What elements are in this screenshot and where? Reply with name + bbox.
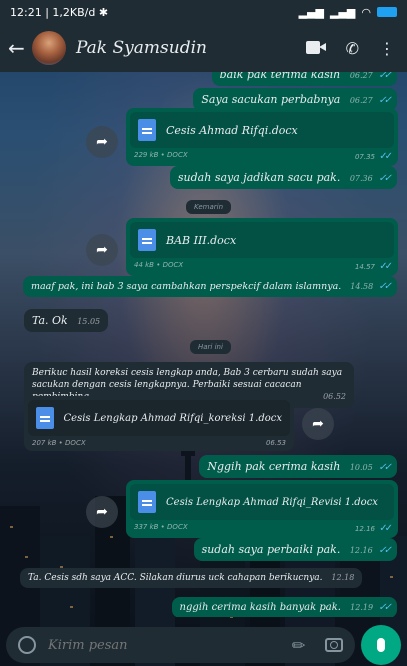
contact-name[interactable]: Pak Syamsudin — [76, 38, 286, 58]
message-time: 12.16 — [349, 546, 373, 555]
message-incoming[interactable]: Ta. Cesis sdh saya ACC. Silakan diurus u… — [20, 568, 363, 588]
emoji-icon[interactable] — [18, 636, 36, 654]
document-file-icon — [138, 229, 156, 251]
message-time: 12.16 — [354, 525, 375, 533]
back-arrow-icon[interactable]: ← — [8, 36, 30, 60]
document-type: DOCX — [167, 151, 188, 159]
message-text: maaf pak, ini bab 3 saya cambahkan persp… — [30, 281, 342, 292]
read-ticks-icon: ✓✓ — [379, 151, 393, 162]
document-type: DOCX — [65, 439, 86, 447]
message-outgoing[interactable]: Nggih pak cerima kasih 10.05 ✓✓ — [199, 455, 397, 478]
message-outgoing[interactable]: sudah saya jadikan sacu pak. 07.36 ✓✓ — [169, 166, 397, 189]
document-name: BAB III.docx — [166, 233, 237, 247]
message-input-bar: ✎ — [0, 624, 407, 666]
read-ticks-icon: ✓✓ — [378, 281, 392, 292]
document-type: DOCX — [162, 261, 184, 269]
read-ticks-icon: ✓✓ — [378, 545, 392, 556]
document-file-icon — [138, 119, 156, 141]
message-text: Ta. Cesis sdh saya ACC. Silakan diurus u… — [28, 573, 323, 583]
contact-avatar[interactable] — [32, 31, 66, 65]
message-outgoing[interactable]: sudah saya perbaiki pak. 12.16 ✓✓ — [193, 538, 397, 561]
date-separator: Kemarin — [186, 200, 232, 214]
message-time: 14.58 — [350, 282, 374, 291]
message-time: 06.27 — [349, 96, 373, 105]
message-incoming[interactable]: Ta. Ok 15.05 — [24, 309, 109, 332]
message-time: 07.35 — [354, 153, 375, 161]
message-time: 06.53 — [265, 439, 286, 447]
message-text: Saya sacukan perbabnya — [201, 93, 341, 106]
forward-icon[interactable]: ➦ — [86, 126, 118, 158]
message-text: sudah saya perbaiki pak. — [201, 543, 341, 556]
status-time: 12:21 — [10, 5, 42, 19]
document-message[interactable]: Cesis Lengkap Ahmad Rifqi_Revisi 1.docx … — [126, 480, 398, 538]
document-type: DOCX — [167, 523, 188, 531]
message-text: Nggih pak cerima kasih — [207, 460, 341, 473]
message-time: 12.19 — [350, 603, 374, 612]
status-bar: 12:21 | 1,2KB/d ✱ ▂▄▆ ▂▄▆ ◠ — [0, 0, 407, 24]
read-ticks-icon: ✓✓ — [379, 523, 393, 534]
document-name: Cesis Lengkap Ahmad Rifqi_koreksi 1.docx — [63, 412, 282, 424]
message-time: 14.57 — [354, 263, 375, 271]
camera-icon[interactable] — [325, 638, 343, 652]
message-input-container: ✎ — [6, 627, 355, 663]
document-size: 229 kB — [134, 151, 159, 159]
message-time: 10.05 — [349, 463, 373, 472]
message-time: 12.18 — [331, 573, 355, 582]
message-outgoing[interactable]: baik pak terima kasih 06.27 ✓✓ — [211, 72, 397, 86]
read-ticks-icon: ✓✓ — [378, 72, 392, 81]
forward-icon[interactable]: ➦ — [86, 234, 118, 266]
message-input[interactable] — [48, 637, 292, 653]
document-size: 337 kB — [134, 523, 159, 531]
document-message[interactable]: BAB III.docx 44 kB • DOCX 14.57 ✓✓ — [126, 218, 398, 276]
read-ticks-icon: ✓✓ — [379, 261, 393, 272]
network-speed: 1,2KB/d — [52, 5, 96, 19]
document-name: Cesis Lengkap Ahmad Rifqi_Revisi 1.docx — [166, 496, 378, 508]
wifi-icon: ◠ — [361, 5, 371, 19]
message-outgoing[interactable]: maaf pak, ini bab 3 saya cambahkan persp… — [22, 276, 397, 297]
forward-icon[interactable]: ➦ — [302, 408, 334, 440]
more-options-icon[interactable]: ⋮ — [379, 39, 395, 58]
message-time: 15.05 — [77, 317, 101, 326]
document-name: Cesis Ahmad Rifqi.docx — [166, 123, 298, 137]
message-list[interactable]: baik pak terima kasih 06.27 ✓✓ Saya sacu… — [0, 72, 407, 617]
phone-icon[interactable]: ✆ — [346, 39, 359, 58]
message-time: 06.52 — [323, 392, 346, 401]
document-file-icon — [36, 407, 54, 429]
read-ticks-icon: ✓✓ — [378, 462, 392, 473]
microphone-icon — [377, 638, 385, 652]
read-ticks-icon: ✓✓ — [378, 173, 392, 184]
message-time: 07.36 — [349, 174, 373, 183]
message-text: Ta. Ok — [32, 314, 68, 327]
chat-header: ← Pak Syamsudin ✆ ⋮ — [0, 24, 407, 72]
read-ticks-icon: ✓✓ — [378, 95, 392, 106]
read-ticks-icon: ✓✓ — [378, 602, 392, 613]
document-size: 44 kB — [134, 261, 154, 269]
message-outgoing[interactable]: nggih cerima kasih banyak pak. 12.19 ✓✓ — [171, 597, 397, 617]
battery-icon — [377, 7, 397, 17]
date-separator: Hari ini — [190, 340, 231, 354]
notification-icon: ✱ — [98, 5, 109, 19]
voice-record-button[interactable] — [361, 625, 401, 665]
document-file-icon — [138, 491, 156, 513]
forward-icon[interactable]: ➦ — [86, 496, 118, 528]
message-text: nggih cerima kasih banyak pak. — [179, 602, 341, 613]
message-text: sudah saya jadikan sacu pak. — [177, 171, 341, 184]
message-text: baik pak terima kasih — [219, 72, 341, 81]
document-message[interactable]: Cesis Ahmad Rifqi.docx 229 kB • DOCX 07.… — [126, 108, 398, 166]
video-call-icon[interactable] — [305, 39, 326, 58]
signal-icon: ▂▄▆ — [298, 5, 324, 19]
message-time: 06.27 — [349, 72, 373, 80]
signal-icon-2: ▂▄▆ — [330, 5, 356, 19]
document-message[interactable]: Cesis Lengkap Ahmad Rifqi_koreksi 1.docx… — [24, 396, 294, 451]
document-size: 207 kB — [32, 439, 57, 447]
